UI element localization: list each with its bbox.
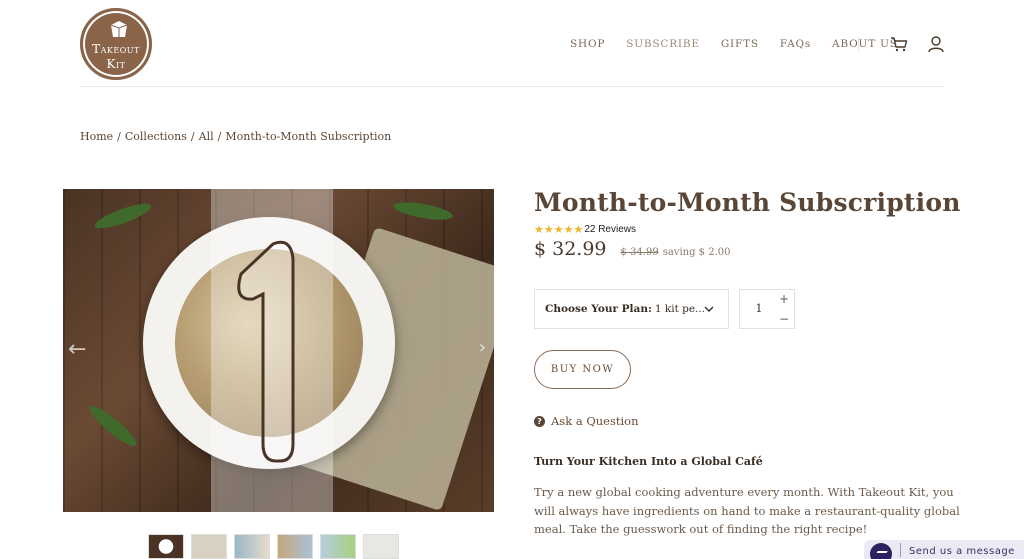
star-rating-icon: ★★★★★: [534, 223, 584, 236]
breadcrumb-collections[interactable]: Collections: [125, 130, 187, 143]
nav-shop[interactable]: SHOP: [570, 38, 605, 50]
nav-gifts[interactable]: GIFTS: [721, 38, 759, 50]
reviews-count[interactable]: 22 Reviews: [584, 224, 636, 235]
user-icon[interactable]: [927, 35, 945, 53]
messenger-widget[interactable]: Send us a message: [864, 540, 1024, 559]
chevron-down-icon: [704, 306, 714, 312]
herb-graphic: [92, 199, 154, 233]
breadcrumb-current: Month-to-Month Subscription: [225, 130, 392, 143]
logo-text-line2: Kit: [106, 57, 126, 71]
takeout-box-icon: [110, 21, 128, 37]
herb-graphic: [392, 198, 454, 224]
compare-price: $ 34.99: [620, 247, 659, 258]
ask-question-link[interactable]: ? Ask a Question: [534, 414, 639, 428]
messenger-divider: [900, 542, 901, 557]
product-title: Month-to-Month Subscription: [534, 188, 961, 217]
logo-text-line1: Takeout: [92, 42, 140, 56]
breadcrumb-home[interactable]: Home: [80, 130, 113, 143]
thumbnail[interactable]: [277, 534, 313, 559]
saving-text: saving $ 2.00: [662, 247, 731, 258]
thumbnail-strip: [148, 534, 399, 559]
breadcrumb-all[interactable]: All: [199, 130, 214, 143]
nav-faqs[interactable]: FAQs: [780, 38, 811, 50]
prev-image-arrow-icon[interactable]: ←: [68, 337, 86, 362]
cart-icon[interactable]: [890, 36, 908, 52]
thumbnail[interactable]: [148, 534, 184, 559]
thumbnail[interactable]: [191, 534, 227, 559]
product-image[interactable]: ← ›: [63, 189, 494, 512]
thumbnail[interactable]: [234, 534, 270, 559]
breadcrumb-separator: /: [190, 130, 195, 143]
nav-about-us[interactable]: ABOUT US: [832, 38, 898, 50]
plus-icon[interactable]: +: [778, 293, 790, 305]
buy-now-button[interactable]: BUY NOW: [534, 350, 631, 389]
main-nav: SHOP SUBSCRIBE GIFTS FAQs ABOUT US: [570, 38, 898, 87]
nav-divider: [858, 37, 859, 51]
brand-logo[interactable]: Takeout Kit: [80, 8, 152, 80]
plan-select[interactable]: Choose Your Plan: 1 kit pe...: [534, 289, 729, 329]
price-row: $ 32.99 $ 34.99 saving $ 2.00: [534, 238, 730, 260]
quantity-input[interactable]: 1: [740, 302, 778, 315]
ask-question-label: Ask a Question: [551, 414, 639, 428]
breadcrumb: Home / Collections / All / Month-to-Mont…: [80, 130, 391, 143]
next-image-arrow-icon[interactable]: ›: [479, 337, 486, 358]
header-divider: [80, 86, 944, 87]
quantity-stepper[interactable]: 1 + −: [739, 289, 795, 329]
messenger-label: Send us a message: [909, 546, 1015, 557]
thumbnail[interactable]: [320, 534, 356, 559]
question-icon: ?: [534, 415, 545, 427]
plan-value: 1 kit pe...: [654, 303, 706, 315]
breadcrumb-separator: /: [117, 130, 121, 143]
messenger-icon: [870, 542, 892, 559]
minus-icon[interactable]: −: [778, 313, 790, 325]
breadcrumb-separator: /: [217, 130, 222, 143]
number-one-graphic: [237, 240, 295, 463]
product-rating[interactable]: ★★★★★ 22 Reviews: [534, 223, 636, 236]
product-description: Try a new global cooking adventure every…: [534, 485, 960, 536]
herb-graphic: [85, 401, 141, 451]
product-price: $ 32.99: [534, 238, 607, 260]
nav-subscribe[interactable]: SUBSCRIBE: [626, 38, 700, 87]
description-heading: Turn Your Kitchen Into a Global Café: [534, 455, 763, 468]
thumbnail[interactable]: [363, 534, 399, 559]
plan-label: Choose Your Plan:: [545, 303, 652, 315]
